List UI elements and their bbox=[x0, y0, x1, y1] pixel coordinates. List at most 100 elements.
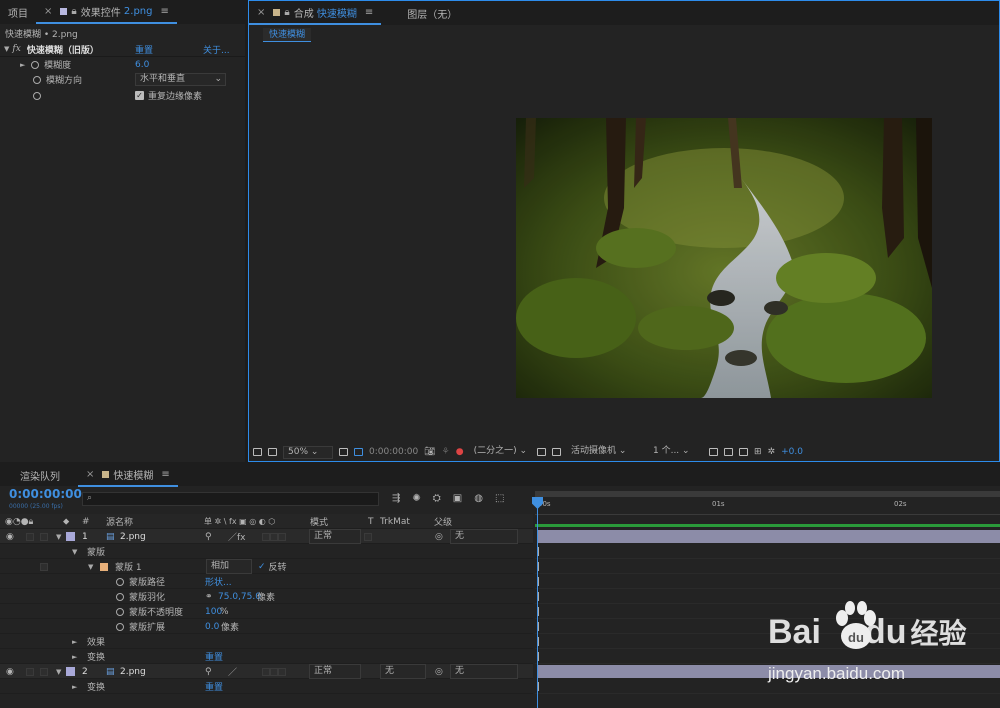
transform-group-row[interactable]: ► 变换 重置 bbox=[0, 649, 533, 664]
header-source-name[interactable]: 源名称 bbox=[106, 514, 133, 529]
solo-box[interactable] bbox=[26, 664, 34, 679]
resolution-select[interactable]: (二分之一) ⌄ bbox=[470, 446, 531, 459]
stopwatch-icon[interactable] bbox=[116, 589, 129, 604]
collapse-triangle-icon[interactable]: ▼ bbox=[72, 544, 77, 559]
expand-triangle-icon[interactable]: ► bbox=[72, 679, 77, 694]
shy-switch-icon[interactable]: ⚲ bbox=[205, 664, 212, 679]
timecode-display[interactable]: 0:00:00:00 bbox=[9, 487, 82, 501]
transparency-grid-icon[interactable] bbox=[552, 448, 561, 456]
parent-select[interactable]: 无 bbox=[450, 664, 518, 679]
close-icon[interactable]: × bbox=[44, 6, 52, 17]
camera-icon[interactable]: 📷︎ bbox=[424, 447, 435, 457]
draft-3d-icon[interactable]: ✺ bbox=[412, 493, 420, 504]
exposure-icon[interactable]: ✲ bbox=[768, 447, 776, 457]
stopwatch-icon[interactable] bbox=[116, 619, 129, 634]
mask-name[interactable]: 蒙版 1 bbox=[115, 559, 142, 574]
quality-switch-icon[interactable]: ／fx bbox=[228, 529, 246, 544]
mode-select[interactable]: 正常 bbox=[309, 529, 361, 544]
tab-effect-controls[interactable]: × 🔒︎ 效果控件 2.png ≡ bbox=[36, 0, 177, 24]
graph-editor-icon[interactable]: ⬚ bbox=[495, 493, 504, 504]
collapse-triangle-icon[interactable]: ▼ bbox=[88, 559, 93, 574]
close-icon[interactable]: × bbox=[257, 7, 265, 18]
quality-switch-icon[interactable]: ／ bbox=[228, 664, 237, 679]
flowchart-icon[interactable]: ⊞ bbox=[754, 447, 762, 457]
mask-lock-box[interactable] bbox=[40, 559, 48, 574]
layer-search-input[interactable]: ⌕ bbox=[82, 492, 379, 506]
transform-reset-link[interactable]: 重置 bbox=[205, 679, 223, 694]
layer-row[interactable]: ◉ ▼ 1 ▤ 2.png ⚲ ／fx 正常 ◎ 无 bbox=[0, 529, 533, 544]
camera-select[interactable]: 活动摄像机 ⌄ bbox=[567, 446, 643, 459]
zoom-select[interactable]: 50% ⌄ bbox=[283, 445, 333, 459]
expand-triangle-icon[interactable]: ► bbox=[72, 634, 77, 649]
about-link[interactable]: 关于... bbox=[203, 43, 230, 56]
comp-subtab[interactable]: 快速模糊 bbox=[263, 28, 312, 42]
shy-icon[interactable]: ⛭ bbox=[433, 493, 441, 504]
stopwatch-icon[interactable] bbox=[116, 604, 129, 619]
mask-feather-value[interactable]: 75.0,75.0 bbox=[218, 589, 261, 604]
stopwatch-icon[interactable] bbox=[116, 574, 129, 589]
always-preview-icon[interactable] bbox=[253, 448, 262, 456]
lock-box[interactable] bbox=[40, 664, 48, 679]
exposure-value[interactable]: +0.0 bbox=[781, 447, 803, 457]
comp-flowchart-icon[interactable] bbox=[739, 448, 748, 456]
reset-link[interactable]: 重置 bbox=[135, 43, 153, 56]
transform-group-row[interactable]: ► 变换 重置 bbox=[0, 679, 533, 694]
direction-select[interactable]: 水平和垂直 ⌄ bbox=[135, 73, 226, 86]
trkmat-select[interactable]: 无 bbox=[380, 664, 426, 679]
viewer-canvas[interactable] bbox=[249, 45, 999, 441]
effects-group-row[interactable]: ► 效果 bbox=[0, 634, 533, 649]
color-channels-icon[interactable]: ● bbox=[456, 447, 464, 457]
stopwatch-icon[interactable] bbox=[31, 60, 40, 69]
pickwhip-icon[interactable]: ◎ bbox=[435, 529, 443, 544]
safe-margins-icon[interactable] bbox=[339, 448, 348, 456]
invert-checkbox[interactable]: ✓ 反转 bbox=[258, 559, 287, 574]
mask-color-swatch[interactable] bbox=[100, 559, 108, 574]
fast-previews-icon[interactable] bbox=[709, 448, 718, 456]
lock-icon[interactable]: 🔒︎ bbox=[71, 6, 76, 17]
collapse-triangle-icon[interactable]: ▼ bbox=[56, 664, 61, 679]
mask-mode-select[interactable]: 相加 bbox=[206, 559, 252, 574]
expand-triangle-icon[interactable]: ► bbox=[72, 649, 77, 664]
mode-select[interactable]: 正常 bbox=[309, 664, 361, 679]
layer-label-swatch[interactable] bbox=[66, 529, 75, 544]
panel-menu-icon[interactable]: ≡ bbox=[365, 7, 373, 18]
masks-group-row[interactable]: ▼ 蒙版 bbox=[0, 544, 533, 559]
tab-layer[interactable]: 图层（无） bbox=[399, 1, 465, 25]
current-time[interactable]: 0:00:00:00 bbox=[369, 447, 418, 457]
blurriness-value[interactable]: 6.0 bbox=[135, 60, 149, 70]
time-ruler[interactable]: 00s 01s 02s bbox=[535, 497, 1000, 515]
panel-menu-icon[interactable]: ≡ bbox=[160, 6, 168, 17]
stopwatch-icon[interactable] bbox=[33, 91, 41, 100]
switch-boxes[interactable] bbox=[262, 664, 286, 679]
layer-name[interactable]: 2.png bbox=[120, 664, 146, 679]
layer-name[interactable]: 2.png bbox=[120, 529, 146, 544]
stopwatch-icon[interactable] bbox=[33, 75, 41, 84]
transform-reset-link[interactable]: 重置 bbox=[205, 649, 223, 664]
parent-select[interactable]: 无 bbox=[450, 529, 518, 544]
monitor-icon[interactable] bbox=[268, 448, 277, 456]
checkbox-checked-icon[interactable]: ✓ bbox=[135, 91, 144, 100]
solo-box[interactable] bbox=[26, 529, 34, 544]
expand-triangle-icon[interactable]: ► bbox=[20, 61, 25, 69]
layer-duration-bar[interactable] bbox=[538, 530, 1000, 543]
eye-icon[interactable]: ◉ bbox=[6, 664, 14, 679]
playhead[interactable] bbox=[537, 497, 538, 708]
region-of-interest-icon[interactable] bbox=[537, 448, 546, 456]
pickwhip-icon[interactable]: ◎ bbox=[435, 664, 443, 679]
views-select[interactable]: 1 个... ⌄ bbox=[649, 446, 703, 459]
fx-icon[interactable]: fx bbox=[12, 44, 20, 54]
repeat-edge-checkbox[interactable]: ✓ 重复边缘像素 bbox=[135, 89, 202, 102]
comp-mini-flowchart-icon[interactable]: ⇶ bbox=[392, 493, 400, 504]
trkmat-box[interactable] bbox=[364, 529, 372, 544]
effect-header-row[interactable]: ▼ fx 快速模糊（旧版） 重置 关于... bbox=[0, 42, 245, 57]
mask-expansion-value[interactable]: 0.0 bbox=[205, 619, 219, 634]
eye-icon[interactable]: ◉ bbox=[6, 529, 14, 544]
collapse-triangle-icon[interactable]: ▼ bbox=[56, 529, 61, 544]
timeline-icon[interactable] bbox=[724, 448, 733, 456]
layer-1-bar-row[interactable] bbox=[535, 529, 1000, 544]
lock-icon[interactable]: 🔒︎ bbox=[284, 7, 289, 18]
layer-label-swatch[interactable] bbox=[66, 664, 75, 679]
mask-row[interactable]: ▼ 蒙版 1 相加 ✓ 反转 bbox=[0, 559, 533, 574]
mask-visibility-icon[interactable] bbox=[354, 448, 363, 456]
switch-boxes[interactable] bbox=[262, 529, 286, 544]
